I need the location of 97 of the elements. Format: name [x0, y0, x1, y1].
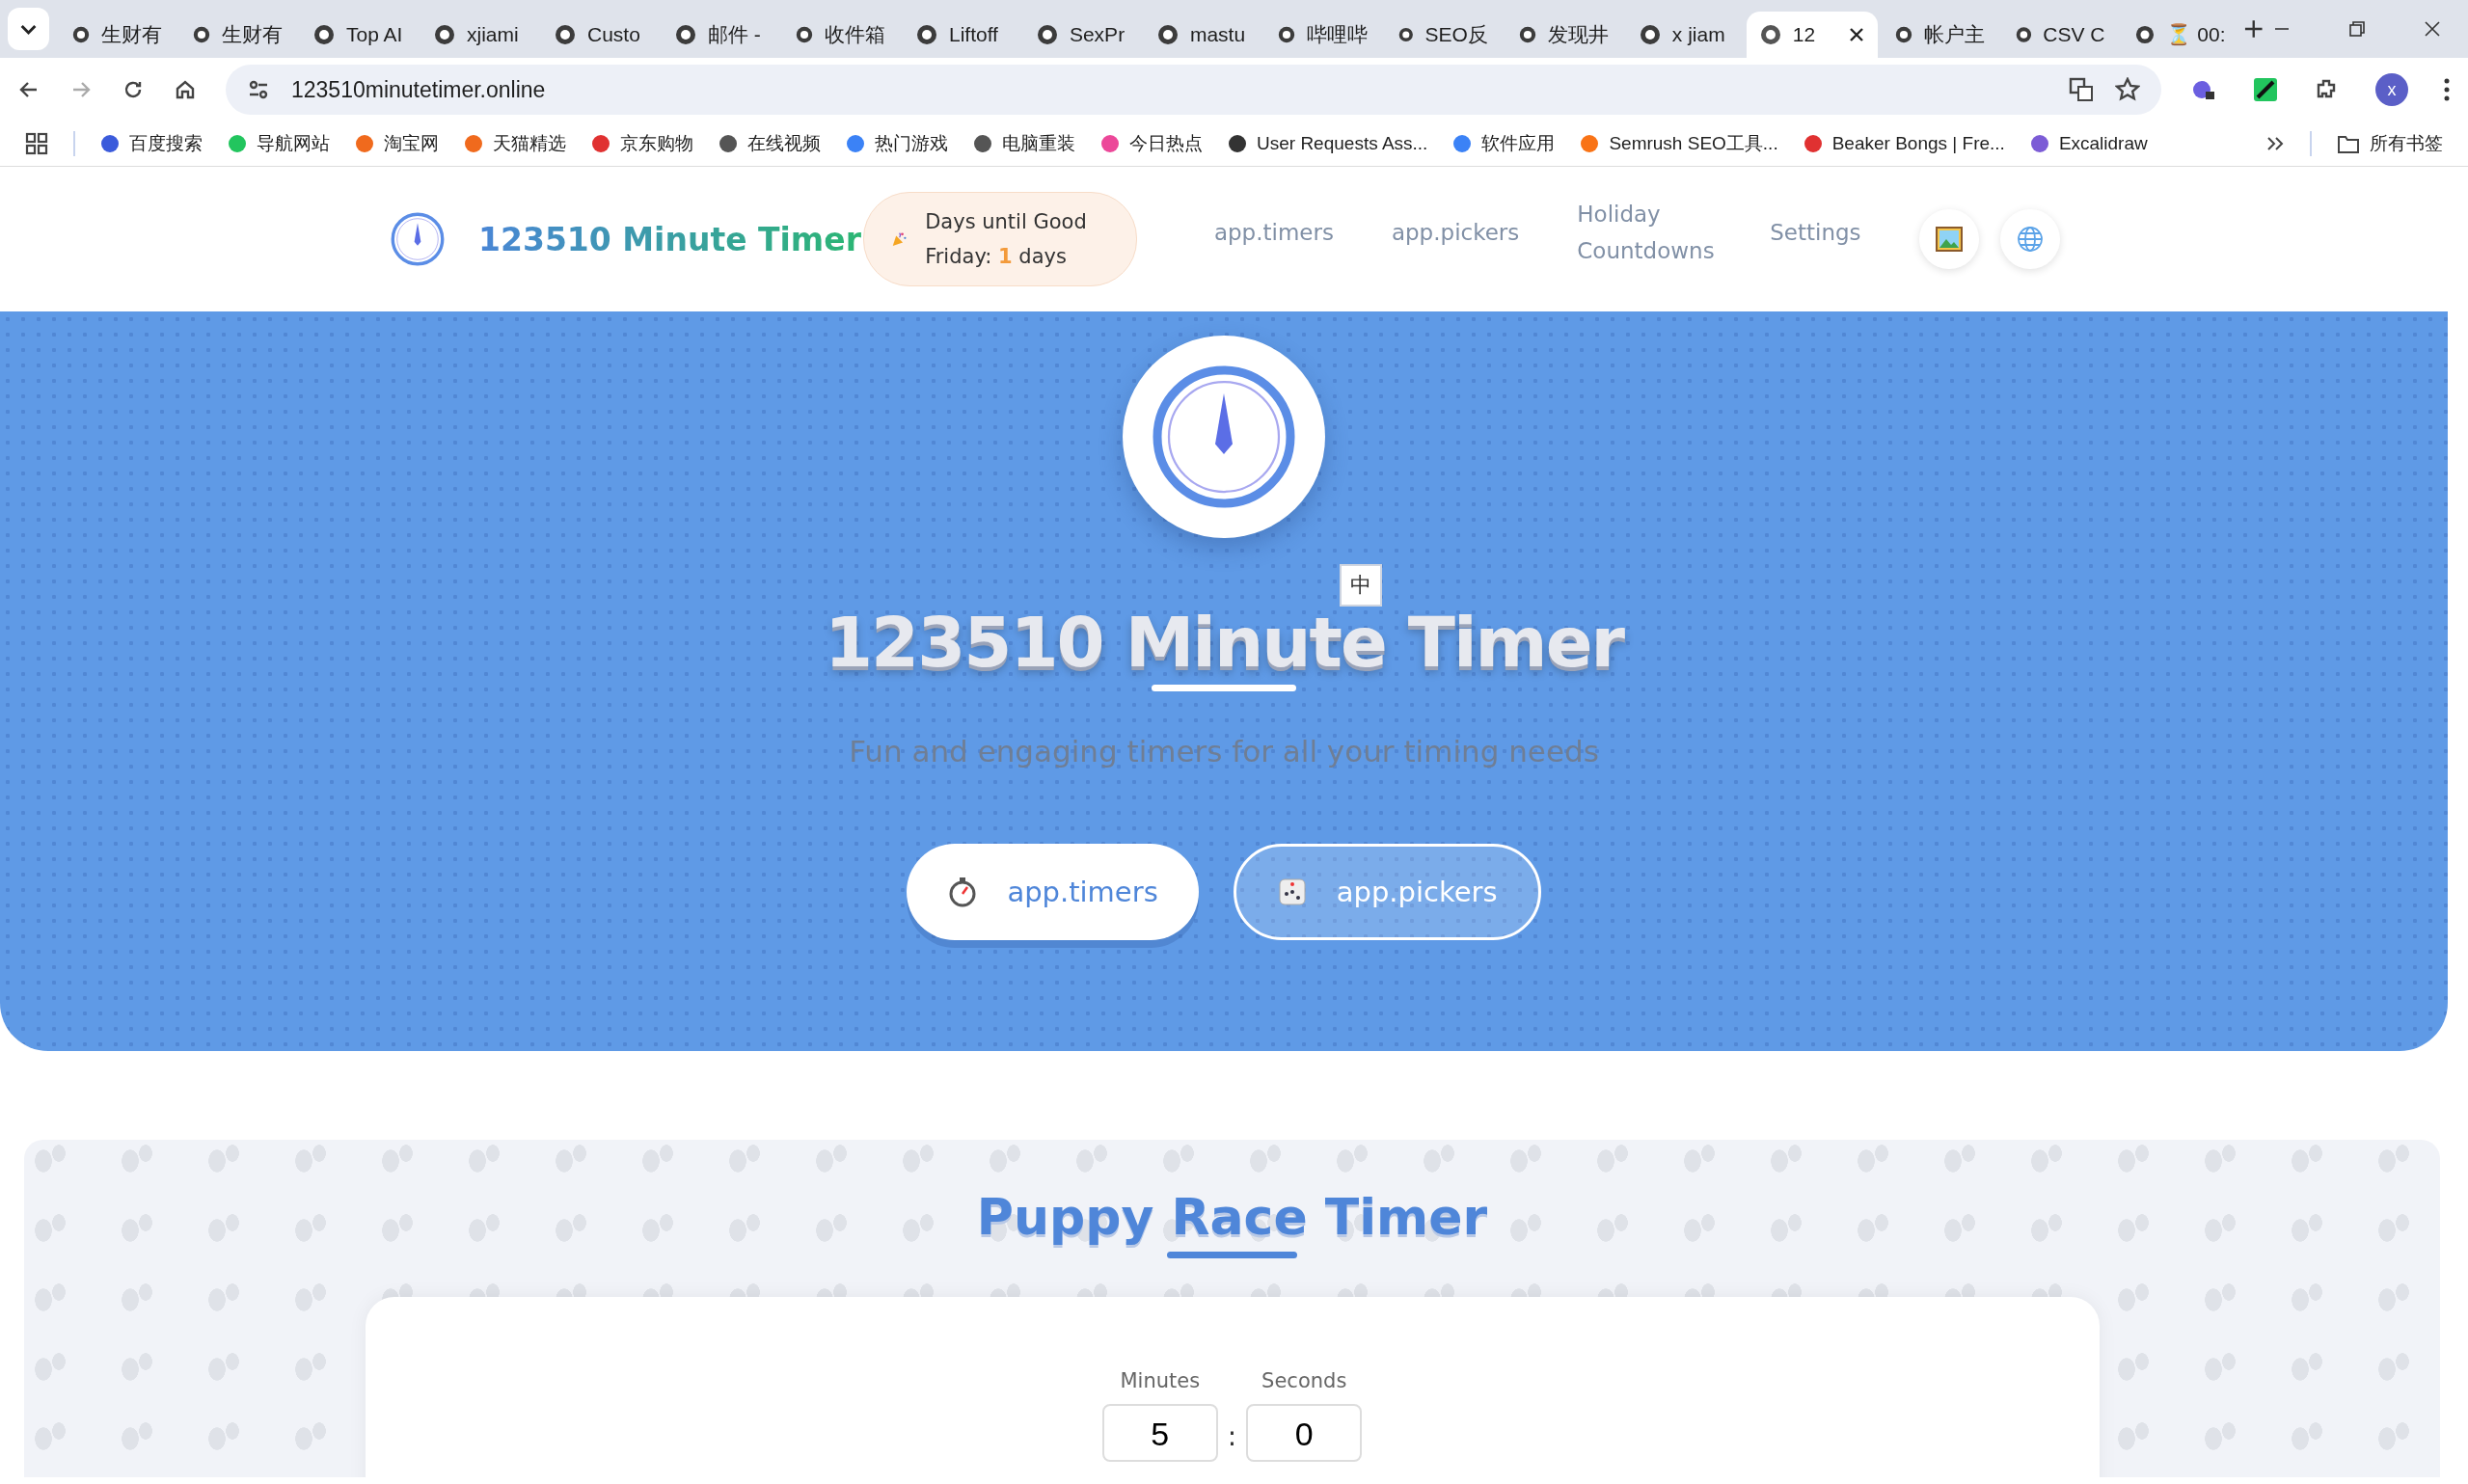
browser-tab[interactable]: 12: [1746, 12, 1878, 58]
browser-tab[interactable]: CSV C: [2001, 12, 2119, 58]
site-icon: [1277, 24, 1295, 45]
bookmark-site-icon: [1580, 134, 1600, 153]
profile-avatar[interactable]: x: [2375, 73, 2408, 106]
time-input[interactable]: 0: [1246, 1404, 1363, 1462]
hero-title: 123510 Minute Timer: [825, 607, 1623, 677]
bookmark-site-icon: [1803, 134, 1823, 153]
site-icon: [72, 24, 91, 45]
browser-tab[interactable]: ⏳ 00:: [2122, 12, 2239, 58]
site-icon: [915, 24, 937, 45]
dice-icon: [1276, 877, 1308, 907]
site-icon: [555, 24, 576, 45]
site-icon: [2135, 24, 2156, 45]
bookmark[interactable]: 热门游戏: [846, 131, 948, 156]
bookmark-site-icon: [228, 134, 247, 153]
close-icon[interactable]: [2423, 20, 2441, 38]
bookmark-site-icon: [2029, 134, 2049, 153]
browser-tab[interactable]: xjiami: [420, 12, 537, 58]
site-icon: [795, 24, 813, 45]
browser-tab[interactable]: 哔哩哔: [1263, 12, 1381, 58]
site-icon: [675, 24, 696, 45]
site-icon: [193, 24, 211, 45]
bookmark[interactable]: Semrush SEO工具...: [1580, 131, 1778, 156]
timers-button[interactable]: app.timers: [907, 844, 1199, 940]
bookmark-site-icon: [1452, 134, 1473, 153]
globe-icon: [2015, 225, 2045, 254]
extension-icon[interactable]: [2252, 76, 2279, 103]
language-button[interactable]: [1999, 209, 2060, 269]
address-bar[interactable]: 123510minutetimer.online: [226, 65, 2161, 115]
all-bookmarks[interactable]: 所有书签: [2337, 131, 2443, 156]
folder-icon: [2337, 133, 2360, 154]
more-icon[interactable]: [2443, 77, 2451, 102]
bookmark[interactable]: Excalidraw: [2029, 133, 2148, 154]
bookmark[interactable]: 在线视频: [719, 131, 821, 156]
translate-icon[interactable]: [2069, 77, 2094, 102]
tab-list-icon[interactable]: [8, 8, 50, 50]
bookmark[interactable]: 京东购物: [591, 131, 693, 156]
site-icon: [2015, 24, 2032, 45]
bookmark[interactable]: 软件应用: [1452, 131, 1556, 156]
timer-logo-icon: [391, 212, 445, 266]
home-icon[interactable]: [174, 78, 197, 101]
bookmark[interactable]: User Requests Ass...: [1228, 133, 1428, 154]
stopwatch-icon: [1152, 364, 1296, 509]
countdown-text: Days until Good Friday: 1 days: [925, 209, 1088, 270]
apps-icon[interactable]: [25, 132, 48, 155]
browser-tab[interactable]: Custo: [541, 12, 658, 58]
browser-tab[interactable]: 收件箱: [781, 12, 899, 58]
restore-icon[interactable]: [2347, 20, 2366, 38]
browser-tab[interactable]: 发现井: [1505, 12, 1622, 58]
bookmark[interactable]: Beaker Bongs | Fre...: [1803, 133, 2005, 154]
star-icon[interactable]: [2115, 77, 2140, 102]
browser-tab[interactable]: 帐户主: [1881, 12, 1998, 58]
background-button[interactable]: [1918, 209, 1979, 269]
site-icon: [1639, 24, 1661, 45]
bookmark-site-icon: [355, 134, 374, 153]
field-label: Seconds: [1261, 1369, 1347, 1392]
field-label: Minutes: [1120, 1369, 1201, 1392]
bookmark[interactable]: 电脑重装: [973, 131, 1075, 156]
bookmark[interactable]: 百度搜索: [100, 131, 203, 156]
site-icon: [1759, 24, 1781, 45]
translate-popup[interactable]: 中: [1340, 564, 1382, 607]
browser-tab[interactable]: SexPr: [1022, 12, 1140, 58]
browser-tab[interactable]: SEO反: [1384, 12, 1502, 58]
browser-tab[interactable]: Liftoff: [902, 12, 1019, 58]
site-icon: [313, 24, 336, 45]
browser-tab[interactable]: Top AI: [300, 12, 417, 58]
picture-icon: [1934, 225, 1964, 254]
site-icon: [1156, 24, 1179, 45]
bookmark[interactable]: 今日热点: [1100, 131, 1203, 156]
section-title: Puppy Race Timer: [976, 1188, 1488, 1246]
bookmark-site-icon: [1228, 134, 1247, 153]
bookmark-site-icon: [591, 134, 610, 153]
bookmark-site-icon: [464, 134, 483, 153]
time-input[interactable]: 5: [1101, 1404, 1218, 1462]
browser-tab[interactable]: mastu: [1143, 12, 1261, 58]
site-icon: [434, 24, 455, 45]
time-separator: :: [1227, 1419, 1237, 1454]
bookmark-site-icon: [100, 134, 120, 153]
new-tab-icon[interactable]: [2242, 17, 2265, 40]
site-settings-icon[interactable]: [247, 78, 270, 101]
hero-subtitle: Fun and engaging timers for all your timing needs: [849, 734, 1599, 769]
browser-tab[interactable]: 生财有: [179, 12, 297, 58]
close-icon[interactable]: [1848, 27, 1864, 42]
bookmark-site-icon: [719, 134, 738, 153]
bookmark-site-icon: [973, 134, 992, 153]
site-icon: [1518, 24, 1536, 45]
bookmark[interactable]: 天猫精选: [464, 131, 566, 156]
browser-tab[interactable]: x jiam: [1625, 12, 1743, 58]
bookmark[interactable]: 导航网站: [228, 131, 330, 156]
site-icon: [1036, 24, 1058, 45]
browser-tab[interactable]: 生财有: [59, 12, 176, 58]
site-icon: [1894, 24, 1912, 45]
bookmark[interactable]: 淘宝网: [355, 131, 439, 156]
browser-tab[interactable]: 邮件 -: [662, 12, 778, 58]
bookmark-site-icon: [1100, 134, 1120, 153]
bookmark-site-icon: [846, 134, 865, 153]
